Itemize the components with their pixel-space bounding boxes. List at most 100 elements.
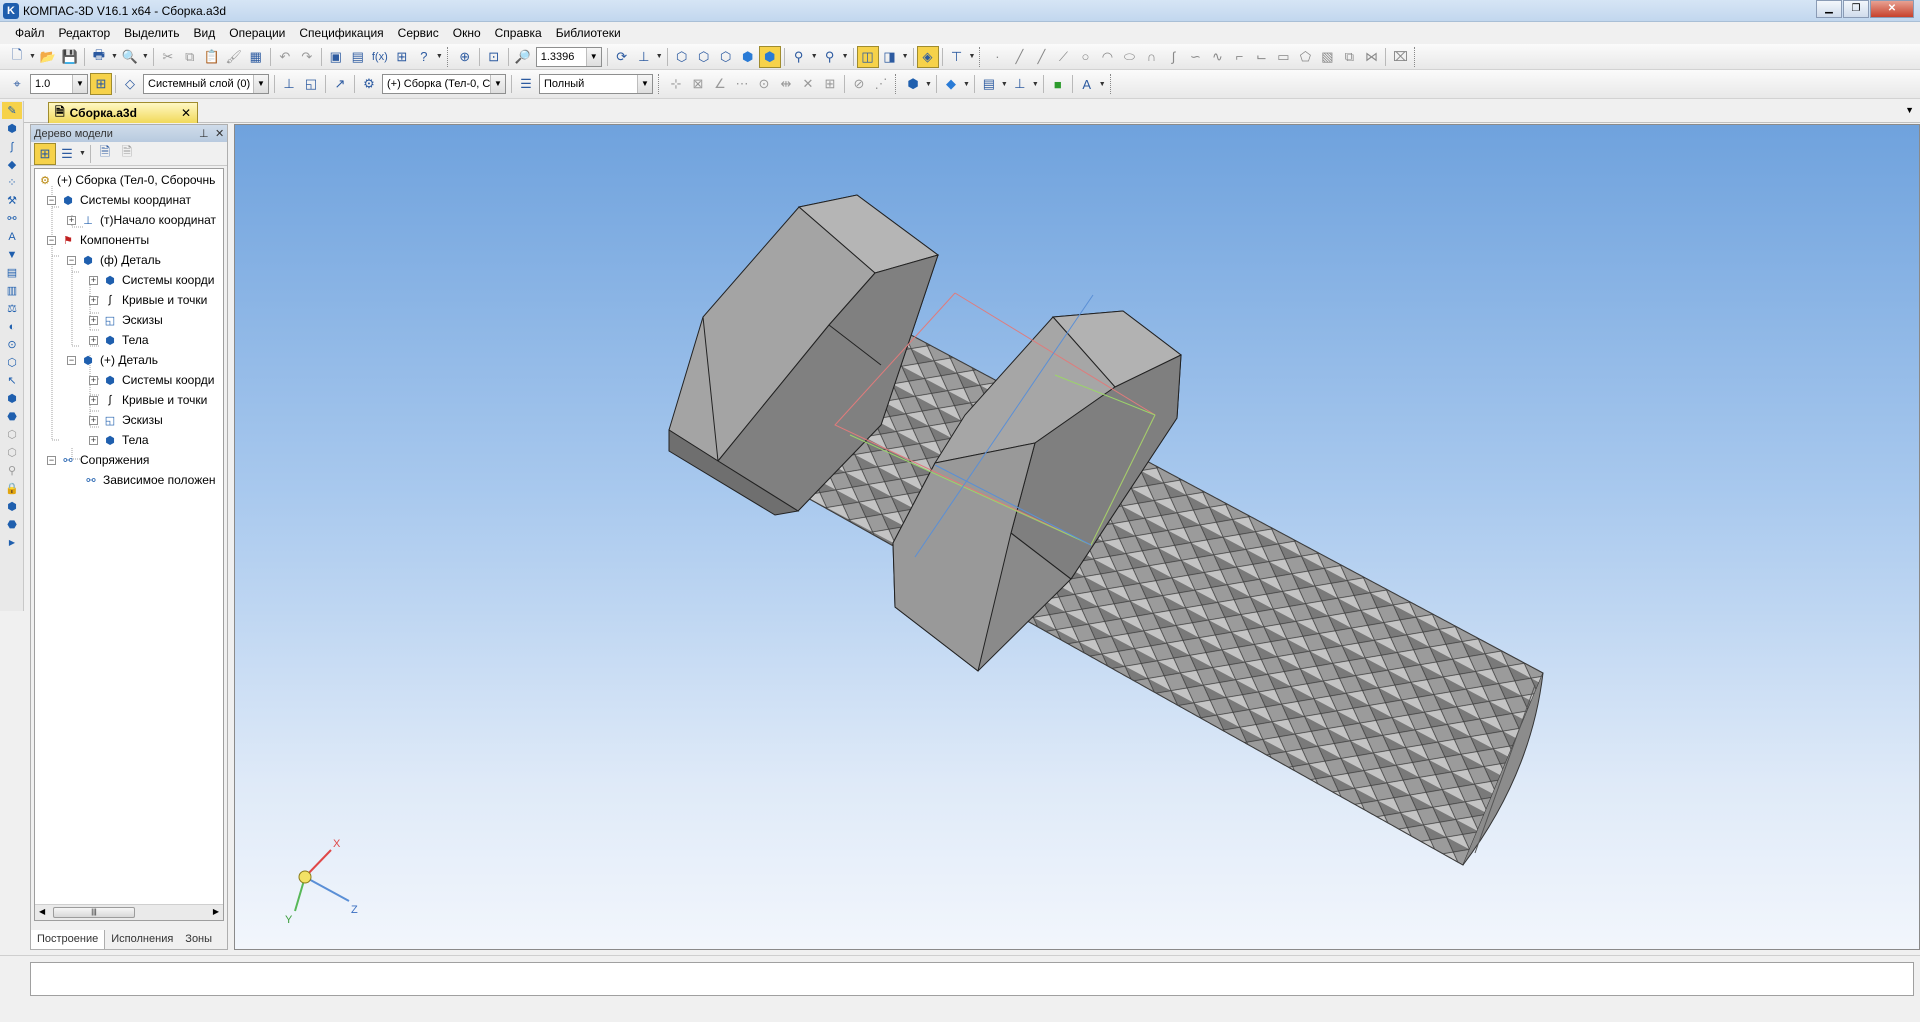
- tree-node-part1-coords[interactable]: + ⬢ Системы коорди: [89, 271, 214, 289]
- line-icon[interactable]: ╱: [1008, 46, 1030, 68]
- trim-icon[interactable]: ⋈: [1360, 46, 1382, 68]
- layer-icon[interactable]: ◇: [119, 73, 141, 95]
- color-dropdown-icon[interactable]: ▼: [925, 81, 932, 88]
- cube-panel-icon[interactable]: ⬢: [2, 390, 22, 407]
- manager-icon[interactable]: ▣: [325, 46, 347, 68]
- export-panel-icon[interactable]: ⬣: [2, 516, 22, 533]
- solid-ops-icon[interactable]: ⬢: [2, 120, 22, 137]
- tree-page-icon[interactable]: 🗎: [94, 143, 116, 165]
- expand-panel-icon[interactable]: ▶: [2, 534, 22, 551]
- appearance-icon[interactable]: ◆: [940, 73, 962, 95]
- layer-dropdown-icon[interactable]: ▼: [253, 75, 268, 93]
- tree-page2-icon[interactable]: 🗎: [116, 143, 138, 165]
- menu-edit[interactable]: Редактор: [52, 22, 118, 44]
- tab-zones[interactable]: Зоны: [179, 930, 218, 950]
- tree-node-assembly[interactable]: ⚙ (+) Сборка (Тел-0, Сборочнь: [37, 171, 215, 189]
- menu-view[interactable]: Вид: [187, 22, 223, 44]
- surfaces-icon[interactable]: ◆: [2, 156, 22, 173]
- insert-panel-icon[interactable]: ⬢: [2, 498, 22, 515]
- hidden-lines-icon[interactable]: ⬡: [693, 46, 715, 68]
- align-icon[interactable]: ⊥: [1009, 73, 1031, 95]
- toolbar-grip[interactable]: [1109, 74, 1114, 94]
- section-icon[interactable]: ◨: [879, 46, 901, 68]
- collapse-icon[interactable]: −: [47, 455, 56, 465]
- expand-icon[interactable]: +: [67, 215, 76, 225]
- new-document-icon[interactable]: 🗋: [6, 46, 28, 68]
- expand-icon[interactable]: +: [89, 295, 98, 305]
- sheet-metal-icon[interactable]: ◐: [2, 318, 22, 335]
- zoom-fit-icon[interactable]: ⊡: [483, 46, 505, 68]
- search-panel-icon[interactable]: ⚲: [2, 462, 22, 479]
- gray-tool-1-icon[interactable]: ⬡: [2, 426, 22, 443]
- library-manager-icon[interactable]: ▤: [347, 46, 369, 68]
- tree-node-coord-systems[interactable]: − ⬢ Системы координат: [47, 191, 191, 209]
- spiral-icon[interactable]: ∩: [1140, 46, 1162, 68]
- tree-node-mates[interactable]: − ⚯ Сопряжения: [47, 451, 149, 469]
- fillet-icon[interactable]: ⌐: [1228, 46, 1250, 68]
- expand-icon[interactable]: +: [89, 275, 98, 285]
- properties-table-icon[interactable]: ▦: [245, 46, 267, 68]
- save-icon[interactable]: 💾: [59, 46, 81, 68]
- paste-icon[interactable]: 📋: [201, 46, 223, 68]
- wireframe-icon[interactable]: ⬡: [671, 46, 693, 68]
- snap-local-icon[interactable]: ⋰: [870, 73, 892, 95]
- select-filter-icon[interactable]: ⚲: [819, 46, 841, 68]
- lock-panel-icon[interactable]: 🔒: [2, 480, 22, 497]
- menu-select[interactable]: Выделить: [117, 22, 186, 44]
- new-dropdown-icon[interactable]: ▼: [29, 53, 36, 60]
- cut-icon[interactable]: ✂: [157, 46, 179, 68]
- segment-icon[interactable]: ╱: [1030, 46, 1052, 68]
- view-panel-icon[interactable]: ⊙: [2, 336, 22, 353]
- polygon-icon[interactable]: ⬠: [1294, 46, 1316, 68]
- scroll-thumb[interactable]: |||: [53, 907, 135, 918]
- color-icon[interactable]: ⬢: [902, 73, 924, 95]
- text-icon[interactable]: A: [1076, 73, 1098, 95]
- component-panel-icon[interactable]: ⬡: [2, 354, 22, 371]
- tree-horizontal-scrollbar[interactable]: ◀ ||| ▶: [35, 904, 223, 920]
- arrays-icon[interactable]: ⁘: [2, 174, 22, 191]
- menu-libraries[interactable]: Библиотеки: [549, 22, 628, 44]
- snap-angle-icon[interactable]: ∠: [709, 73, 731, 95]
- layers-icon[interactable]: ▤: [978, 73, 1000, 95]
- curve-icon[interactable]: ∽: [1184, 46, 1206, 68]
- format-painter-icon[interactable]: 🖌: [223, 46, 245, 68]
- tree-structure-dropdown-icon[interactable]: ▼: [79, 150, 86, 157]
- snap-nearest-icon[interactable]: ⊹: [665, 73, 687, 95]
- shaded-edges-icon[interactable]: ⬢: [758, 45, 781, 68]
- perspective-icon[interactable]: ◫: [856, 45, 879, 68]
- print-icon[interactable]: 🖶: [88, 46, 110, 68]
- green-part-icon[interactable]: ■: [1047, 73, 1069, 95]
- polyline-icon[interactable]: ⟋: [1052, 46, 1074, 68]
- tree-node-part-2[interactable]: − ⬢ (+) Деталь: [67, 351, 158, 369]
- snap-align-icon[interactable]: ⇹: [775, 73, 797, 95]
- component-combo[interactable]: (+) Сборка (Тел-0, С ▼: [382, 74, 506, 94]
- rotate-icon[interactable]: ⟳: [611, 46, 633, 68]
- layers-dropdown-icon[interactable]: ▼: [1001, 81, 1008, 88]
- tab-list-dropdown-icon[interactable]: ▼: [1905, 105, 1914, 115]
- circle-icon[interactable]: ○: [1074, 46, 1096, 68]
- expand-icon[interactable]: +: [89, 435, 98, 445]
- align-dropdown-icon[interactable]: ▼: [1032, 81, 1039, 88]
- table-dropdown-icon[interactable]: ▼: [969, 53, 976, 60]
- collapse-icon[interactable]: −: [67, 355, 76, 365]
- local-cs-icon[interactable]: ⊥: [278, 73, 300, 95]
- tree-node-part2-bodies[interactable]: + ⬢ Тела: [89, 431, 149, 449]
- expand-icon[interactable]: +: [89, 335, 98, 345]
- spatial-curves-icon[interactable]: ∫: [2, 138, 22, 155]
- display-mode-dropdown-icon[interactable]: ▼: [637, 75, 652, 93]
- editing-panel-icon[interactable]: ✎: [2, 102, 22, 119]
- chamfer-icon[interactable]: ⌙: [1250, 46, 1272, 68]
- maximize-button[interactable]: ❐: [1843, 0, 1869, 18]
- shaded-icon[interactable]: ⬢: [737, 46, 759, 68]
- tree-structure-icon[interactable]: ☰: [56, 143, 78, 165]
- 3d-viewport[interactable]: X Z Y: [234, 124, 1920, 950]
- tree-node-part-1[interactable]: − ⬢ (ф) Деталь: [67, 251, 161, 269]
- command-prompt-field[interactable]: [30, 962, 1914, 996]
- menu-help[interactable]: Справка: [488, 22, 549, 44]
- copy-icon[interactable]: ⧉: [179, 46, 201, 68]
- gray-tool-2-icon[interactable]: ⬡: [2, 444, 22, 461]
- tree-build-order-icon[interactable]: ⊞: [34, 142, 56, 165]
- collapse-icon[interactable]: −: [67, 255, 76, 265]
- hatch-icon[interactable]: ▧: [1316, 46, 1338, 68]
- zoom-combo[interactable]: 1.3396 ▼: [535, 46, 602, 67]
